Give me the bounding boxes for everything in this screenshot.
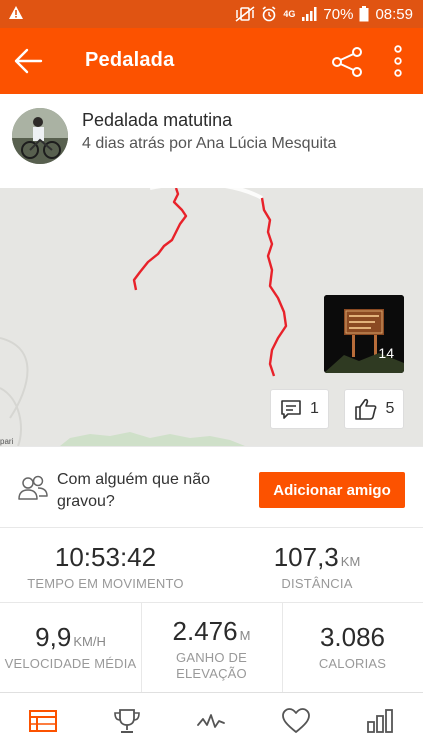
avg-speed-unit: KM/H: [73, 634, 106, 649]
page-title: Pedalada: [85, 49, 175, 71]
stat-avg-speed: 9,9 KM/H VELOCIDADE MÉDIA: [0, 622, 141, 672]
back-arrow-icon[interactable]: [12, 46, 44, 76]
status-bar: 4G 70% 08:59: [0, 0, 423, 28]
stat-distance: 107,3 KM DISTÂNCIA: [211, 542, 423, 592]
activity-subtitle[interactable]: 4 dias atrás por Ana Lúcia Mesquita: [82, 135, 336, 153]
add-friend-question: Com alguém que não gravou?: [57, 471, 210, 510]
stats-panel: 10:53:42 TEMPO EM MOVIMENTO 107,3 KM DIST…: [0, 528, 423, 692]
signal-icon: [302, 7, 317, 21]
mute-vibrate-icon: [235, 6, 255, 22]
kudos-button[interactable]: 5: [344, 389, 404, 429]
more-vertical-icon[interactable]: [388, 44, 408, 78]
avatar[interactable]: [12, 108, 68, 164]
add-friend-section: Com alguém que não gravou? Adicionar ami…: [0, 446, 423, 528]
distance-label: DISTÂNCIA: [281, 576, 353, 591]
elevation-label: GANHO DE ELEVAÇÃO: [176, 650, 247, 681]
stat-calories: 3.086 CALORIAS: [282, 622, 423, 672]
calories-label: CALORIAS: [318, 656, 387, 671]
network-4g-icon: 4G: [283, 8, 296, 19]
status-icons: 4G 70% 08:59: [235, 4, 413, 24]
calories-value: 3.086: [319, 622, 386, 652]
add-friend-button[interactable]: Adicionar amigo: [259, 472, 405, 508]
comments-button[interactable]: 1: [270, 389, 329, 429]
warning-icon: [9, 6, 23, 19]
battery-icon: [359, 6, 369, 22]
distance-unit: KM: [340, 554, 361, 569]
stat-moving-time: 10:53:42 TEMPO EM MOVIMENTO: [0, 542, 211, 592]
elevation-unit: M: [239, 628, 251, 643]
app-bar: Pedalada: [0, 28, 423, 94]
battery-percent: 70%: [323, 5, 354, 23]
feed-icon[interactable]: [28, 707, 58, 735]
status-time: 08:59: [375, 5, 413, 23]
stats-divider-vertical: [282, 603, 283, 692]
bottom-nav: [0, 692, 423, 750]
comment-icon: [281, 400, 301, 419]
activity-header: Pedalada matutina 4 dias atrás por Ana L…: [0, 94, 423, 188]
kudos-count: 5: [385, 400, 395, 417]
photo-count: 14: [378, 345, 394, 361]
share-icon[interactable]: [330, 46, 364, 78]
stats-divider-vertical: [141, 603, 142, 692]
trophy-icon[interactable]: [112, 707, 142, 735]
stat-elevation: 2.476 M GANHO DE ELEVAÇÃO: [141, 616, 282, 682]
activity-pulse-icon[interactable]: [196, 707, 226, 735]
stats-divider: [0, 602, 423, 603]
people-icon: [18, 475, 48, 500]
elevation-value: 2.476: [172, 616, 238, 646]
stats-bars-icon[interactable]: [365, 707, 395, 735]
thumbs-up-icon: [354, 398, 376, 420]
alarm-icon: [262, 6, 276, 22]
moving-time-value: 10:53:42: [54, 542, 157, 572]
avg-speed-value: 9,9: [35, 622, 72, 652]
distance-value: 107,3: [273, 542, 339, 572]
activity-title: Pedalada matutina: [82, 110, 233, 130]
comments-count: 1: [310, 400, 319, 417]
heart-icon[interactable]: [281, 707, 311, 735]
map-brand: pari: [0, 437, 14, 446]
avg-speed-label: VELOCIDADE MÉDIA: [4, 656, 137, 671]
moving-time-label: TEMPO EM MOVIMENTO: [27, 576, 184, 591]
photo-thumbnail[interactable]: 14: [324, 295, 404, 373]
